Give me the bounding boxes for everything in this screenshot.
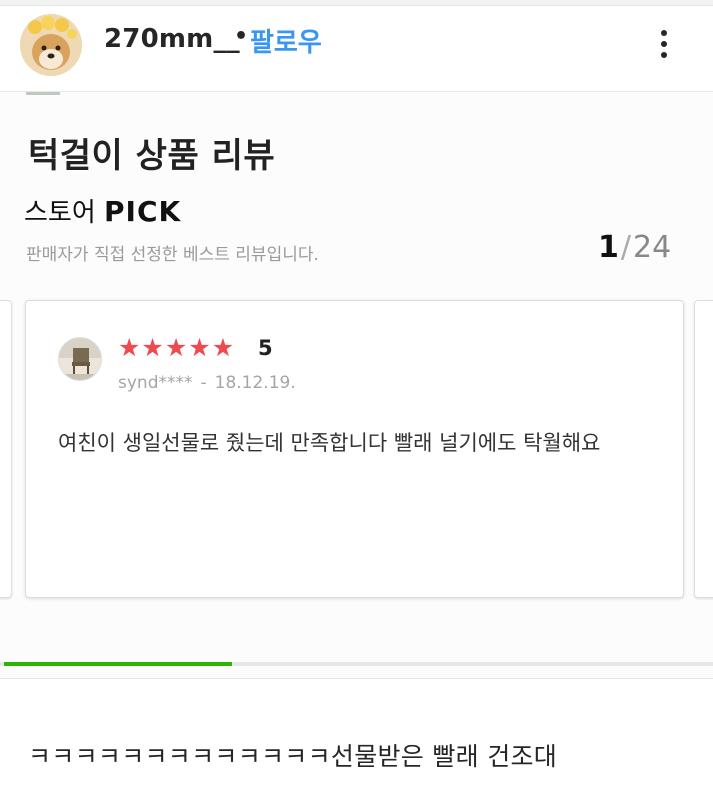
star-icon: ★ [188,333,211,362]
follow-button[interactable]: 팔로우 [250,22,322,59]
store-pick-description: 판매자가 직접 선정한 베스트 리뷰입니다. [26,245,319,265]
review-text: 여친이 생일선물로 줬는데 만족합니다 빨래 널기에도 탁월해요 [58,431,601,455]
star-rating: ★ ★ ★ ★ ★ [118,333,235,363]
rating-value: 5 [258,336,273,360]
previous-review-card[interactable] [0,300,12,598]
review-card[interactable]: ★ ★ ★ ★ ★ 5 synd**** -18.12.19. 여친이 생일선물로 줬는데… [25,300,684,598]
review-pager: 1/24 [598,230,671,265]
cropped-top-fragment [0,92,713,96]
pick-label-text: PICK [104,195,182,228]
reviewer-name: synd**** [118,373,193,393]
star-icon: ★ [118,333,141,362]
carousel-progress-track [0,662,713,666]
meta-separator: - [200,373,207,393]
carousel-progress-fill [4,662,233,666]
next-review-card[interactable] [694,300,713,598]
star-icon: ★ [141,333,164,362]
reviewer-avatar [58,337,102,381]
profile-avatar[interactable] [20,14,82,76]
username[interactable]: 270mm__ [104,24,240,54]
image-bottom-divider [0,678,713,679]
review-date: 18.12.19. [214,373,296,393]
review-section-title: 턱걸이 상품 리뷰 [28,136,276,176]
pager-separator: / [620,230,631,265]
pager-total: 24 [632,230,672,265]
more-vertical-icon[interactable] [650,24,678,64]
post-caption: ㅋㅋㅋㅋㅋㅋㅋㅋㅋㅋㅋㅋㅋ선물받은 빨래 건조대 [28,742,558,771]
store-pick-label: 스토어 PICK [24,192,181,229]
post-header: 270mm__ • 팔로우 [0,6,713,92]
star-icon: ★ [164,333,188,362]
chair-photo-image [59,338,101,380]
reviewer-meta: synd**** -18.12.19. [118,373,296,393]
dog-avatar-image [20,14,82,76]
store-label-text: 스토어 [24,198,96,228]
post-image[interactable]: 턱걸이 상품 리뷰 스토어 PICK 판매자가 직접 선정한 베스트 리뷰입니다… [0,92,713,678]
separator-dot: • [234,24,249,49]
star-icon: ★ [211,333,235,362]
pager-current: 1 [598,230,619,265]
